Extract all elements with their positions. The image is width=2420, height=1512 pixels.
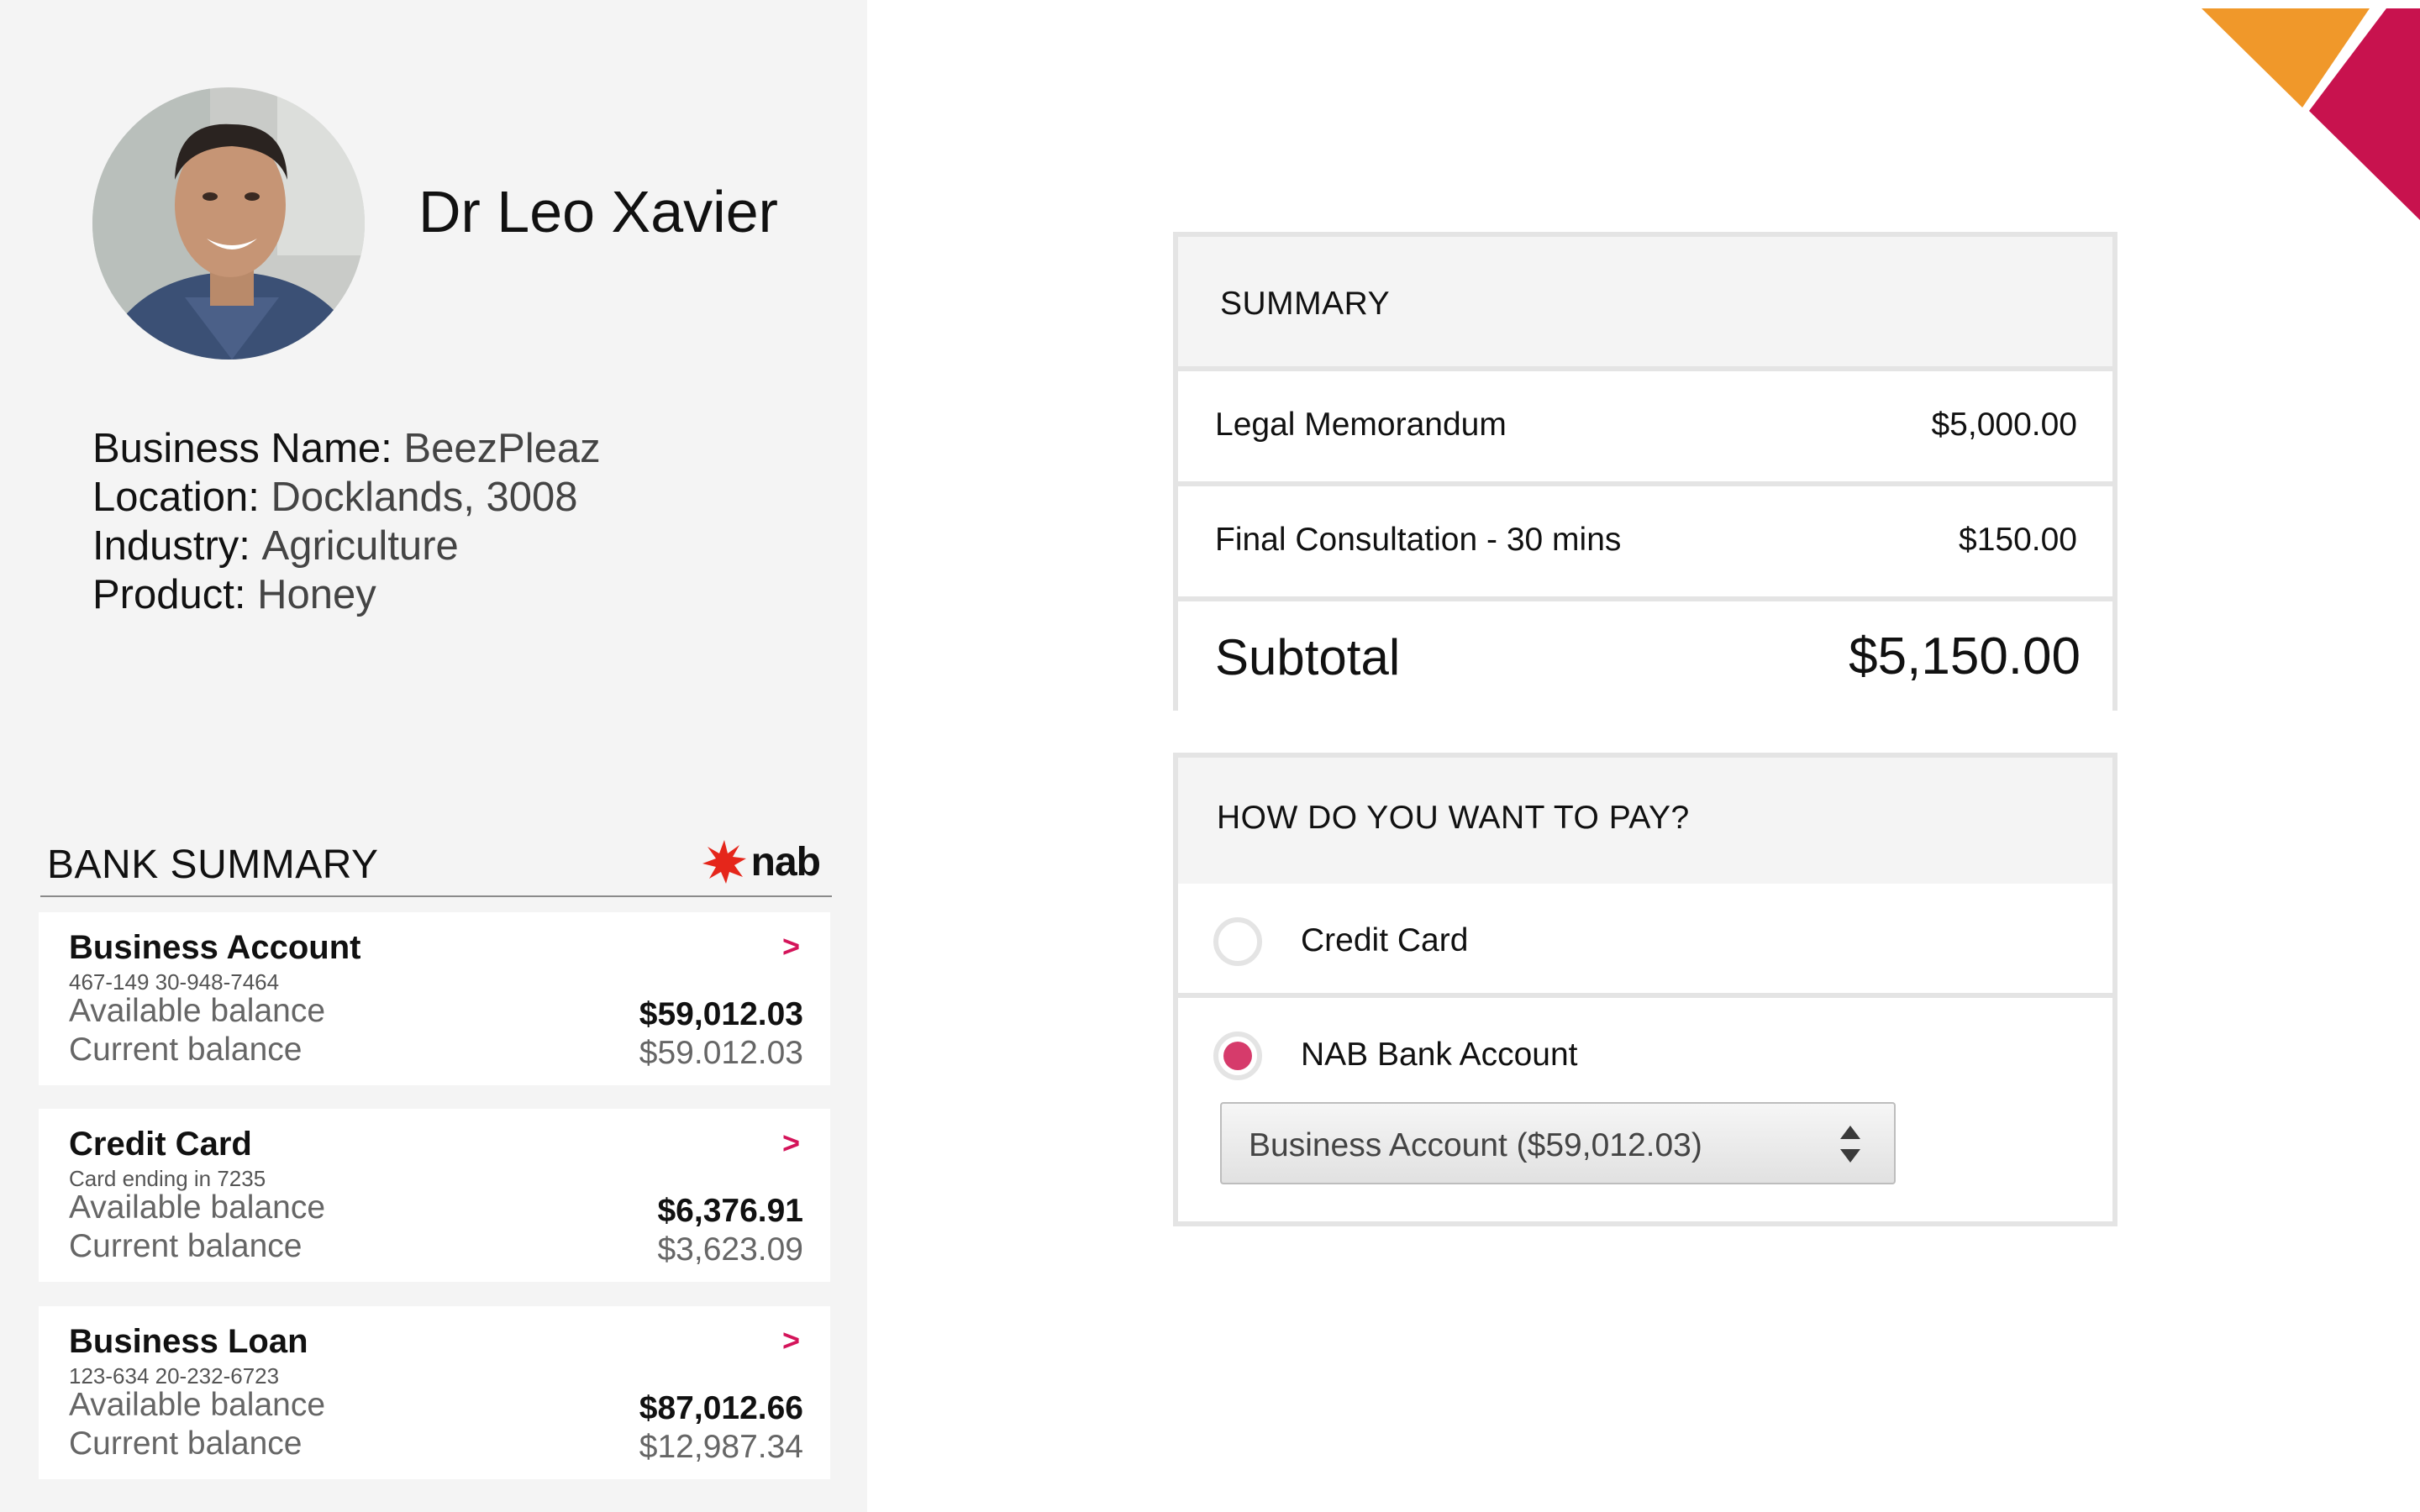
profile-name: Dr Leo Xavier [418, 179, 778, 244]
subtotal-row: Subtotal $5,150.00 [1178, 601, 2112, 711]
payment-method-panel: HOW DO YOU WANT TO PAY? Credit Card NAB … [1173, 753, 2118, 1226]
subtotal-amount: $5,150.00 [1849, 627, 2081, 685]
line-item-label: Final Consultation - 30 mins [1215, 522, 1622, 558]
available-balance-value: $6,376.91 [657, 1193, 803, 1229]
current-balance-label: Current balance [69, 1425, 302, 1462]
account-number: 467-149 30-948-7464 [69, 969, 280, 995]
detail-value: Docklands, 3008 [271, 475, 578, 520]
brand-corner-decor [2202, 8, 2420, 220]
chevron-right-icon[interactable]: > [782, 1323, 800, 1358]
detail-label: Industry: [92, 523, 250, 569]
account-name: Business Account [69, 929, 361, 966]
account-card-business-account[interactable]: Business Account > 467-149 30-948-7464 A… [39, 912, 830, 1085]
detail-value: Honey [257, 572, 376, 617]
detail-label: Product: [92, 572, 246, 617]
radio-label[interactable]: NAB Bank Account [1301, 1037, 1578, 1074]
current-balance-value: $12,987.34 [639, 1429, 803, 1465]
line-item-label: Legal Memorandum [1215, 407, 1507, 443]
detail-product: Product: Honey [92, 570, 601, 619]
available-balance-label: Available balance [69, 1387, 326, 1423]
detail-label: Business Name: [92, 426, 392, 471]
up-down-arrows-icon [1840, 1126, 1860, 1163]
account-select-value: Business Account ($59,012.03) [1249, 1127, 1702, 1163]
payment-option-credit-card[interactable]: Credit Card [1178, 884, 2112, 993]
profile-panel: Dr Leo Xavier Business Name: BeezPleaz L… [0, 0, 867, 1512]
line-item-amount: $150.00 [1959, 522, 2077, 558]
account-number: Card ending in 7235 [69, 1166, 266, 1191]
available-balance-label: Available balance [69, 993, 326, 1029]
current-balance-label: Current balance [69, 1228, 302, 1264]
avatar-photo [92, 87, 365, 360]
payment-option-nab-bank-account[interactable]: NAB Bank Account Business Account ($59,0… [1178, 998, 2112, 1221]
detail-business-name: Business Name: BeezPleaz [92, 424, 601, 473]
radio-nab-bank-account[interactable] [1213, 1032, 1262, 1080]
avatar [92, 87, 365, 360]
nab-logo: nab [701, 835, 821, 889]
line-item-amount: $5,000.00 [1931, 407, 2077, 443]
line-item: Legal Memorandum $5,000.00 [1178, 371, 2112, 481]
radio-credit-card[interactable] [1213, 917, 1262, 966]
available-balance-value: $87,012.66 [639, 1390, 803, 1426]
nab-star-icon [702, 840, 746, 884]
detail-value: BeezPleaz [403, 426, 601, 471]
available-balance-label: Available balance [69, 1189, 326, 1226]
account-name: Business Loan [69, 1323, 308, 1360]
detail-value: Agriculture [261, 523, 459, 569]
account-name: Credit Card [69, 1126, 252, 1163]
available-balance-value: $59,012.03 [639, 996, 803, 1032]
current-balance-value: $59.012.03 [639, 1035, 803, 1071]
bank-summary-title: BANK SUMMARY [47, 843, 379, 887]
summary-header: SUMMARY [1178, 237, 2112, 366]
line-item: Final Consultation - 30 mins $150.00 [1178, 486, 2112, 596]
nab-logo-text: nab [750, 839, 821, 885]
detail-location: Location: Docklands, 3008 [92, 473, 601, 522]
subtotal-label: Subtotal [1215, 629, 1401, 685]
radio-label[interactable]: Credit Card [1301, 922, 1468, 959]
account-card-business-loan[interactable]: Business Loan > 123-634 20-232-6723 Avai… [39, 1306, 830, 1479]
bank-summary-header: BANK SUMMARY nab [40, 832, 832, 897]
order-summary: SUMMARY Legal Memorandum $5,000.00 Final… [1173, 232, 2118, 711]
current-balance-label: Current balance [69, 1032, 302, 1068]
account-select[interactable]: Business Account ($59,012.03) [1220, 1102, 1896, 1184]
payment-title: HOW DO YOU WANT TO PAY? [1217, 800, 1690, 836]
chevron-right-icon[interactable]: > [782, 929, 800, 964]
account-card-credit-card[interactable]: Credit Card > Card ending in 7235 Availa… [39, 1109, 830, 1282]
detail-industry: Industry: Agriculture [92, 522, 601, 570]
payment-header: HOW DO YOU WANT TO PAY? [1178, 758, 2112, 884]
profile-details: Business Name: BeezPleaz Location: Dockl… [92, 424, 601, 619]
chevron-right-icon[interactable]: > [782, 1126, 800, 1161]
account-number: 123-634 20-232-6723 [69, 1363, 280, 1389]
summary-title: SUMMARY [1220, 286, 1391, 322]
current-balance-value: $3,623.09 [657, 1231, 803, 1268]
detail-label: Location: [92, 475, 260, 520]
